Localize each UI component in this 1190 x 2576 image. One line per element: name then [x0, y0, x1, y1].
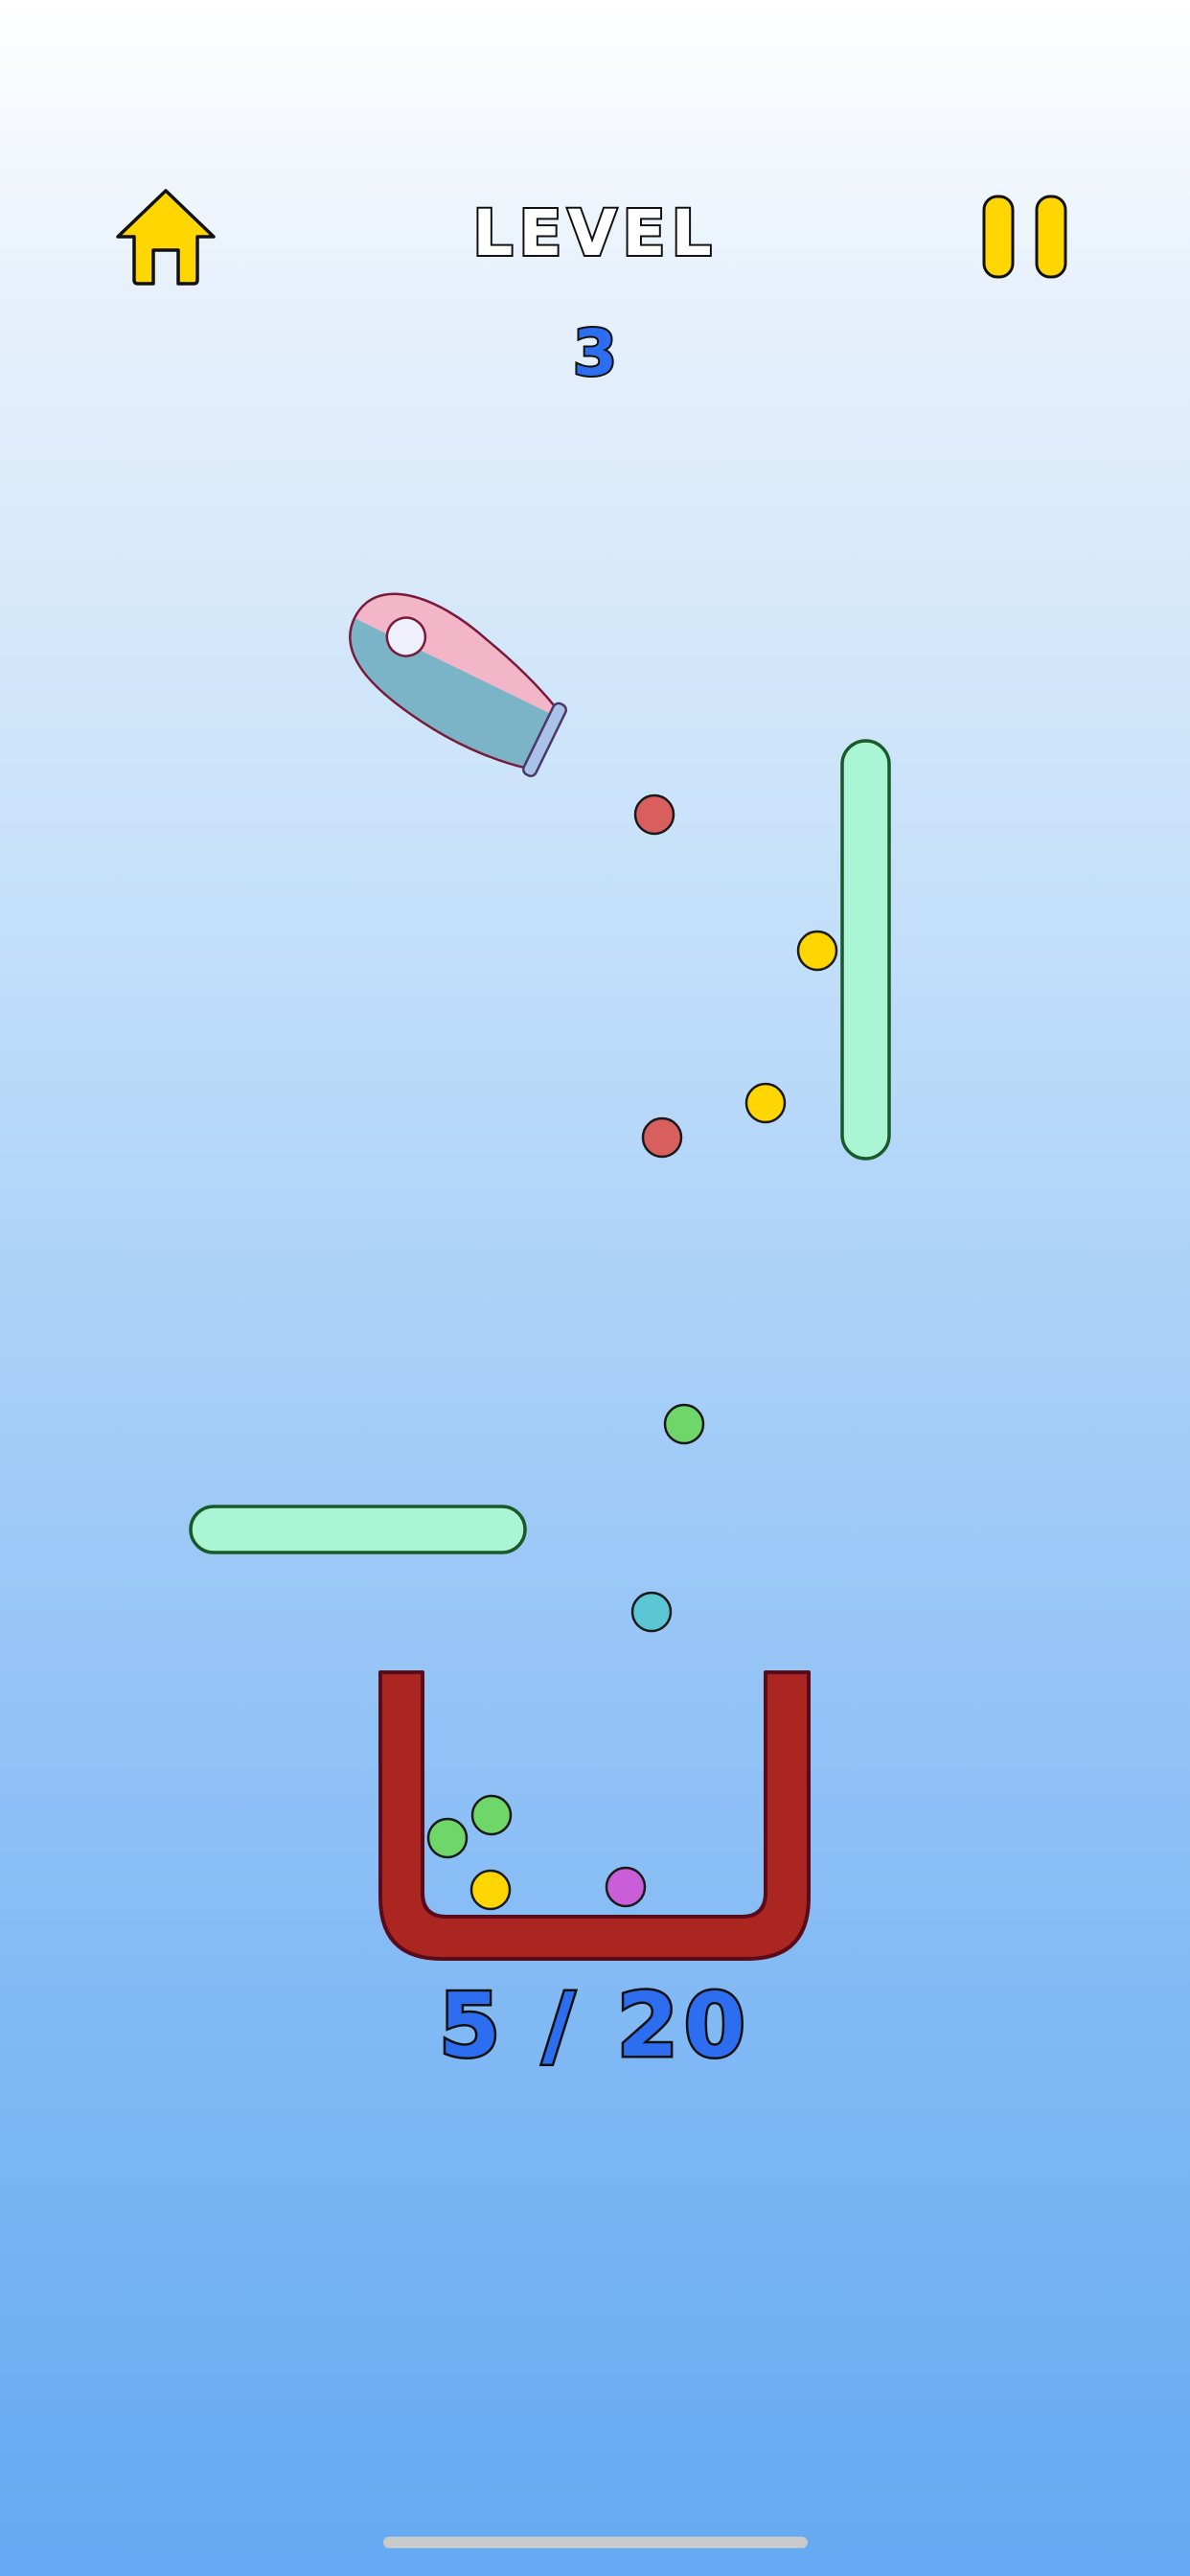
- collection-cup: [378, 1670, 811, 1961]
- ball-red: [633, 794, 675, 836]
- ball-purple: [605, 1866, 647, 1908]
- vertical-platform: [840, 739, 891, 1161]
- ball-yellow: [796, 930, 838, 972]
- ball-green: [663, 1403, 705, 1445]
- ball-cannon[interactable]: [304, 543, 599, 799]
- horizontal-platform: [189, 1505, 527, 1554]
- pause-button[interactable]: [982, 195, 1068, 279]
- ball-counter: 5 / 20: [437, 1972, 751, 2080]
- pause-icon: [982, 195, 1067, 279]
- ball-cyan: [630, 1591, 673, 1633]
- home-indicator[interactable]: [383, 2537, 808, 2548]
- ball-green: [470, 1794, 513, 1836]
- ball-green: [426, 1817, 469, 1859]
- ball-yellow: [744, 1082, 787, 1124]
- level-number: 3: [571, 314, 619, 392]
- ball-yellow: [469, 1869, 512, 1911]
- ball-red: [641, 1116, 683, 1159]
